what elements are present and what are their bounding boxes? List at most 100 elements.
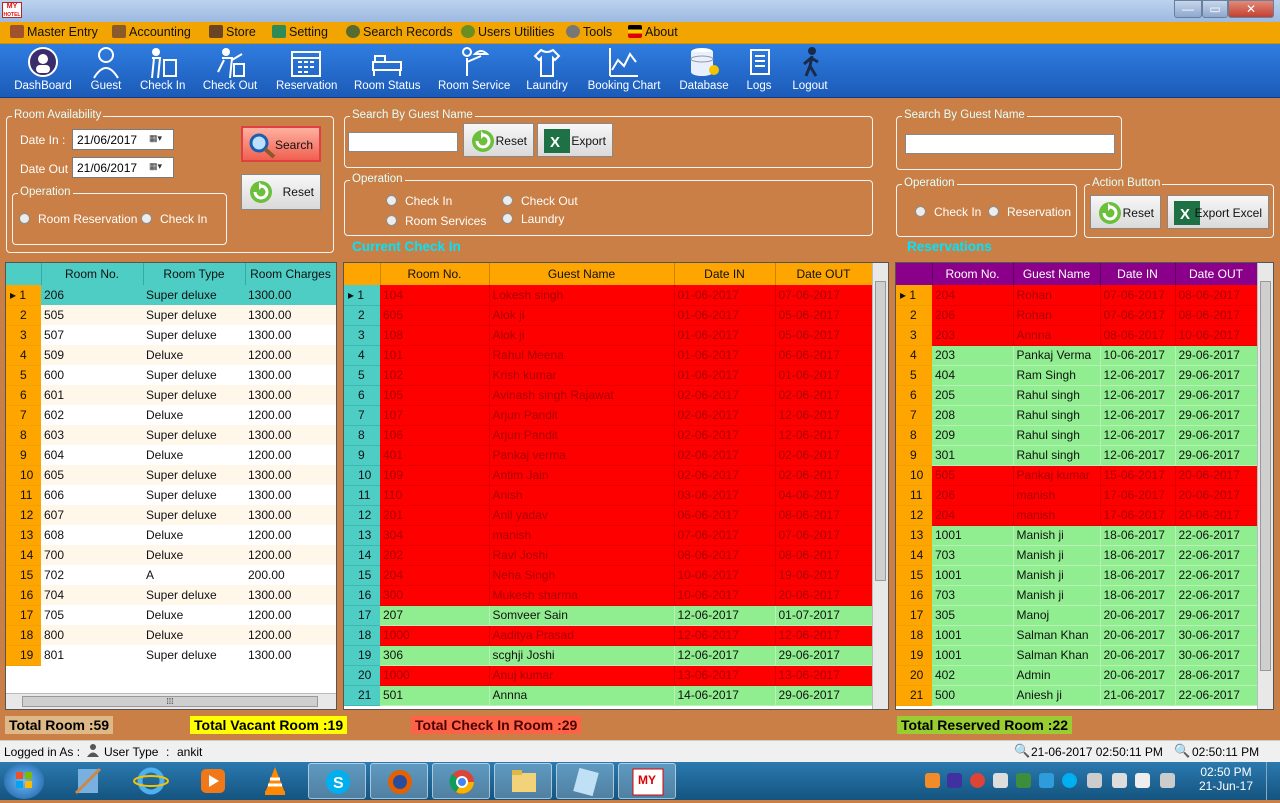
taskbar-chrome-icon[interactable]	[432, 763, 490, 799]
op-check-in-radio[interactable]: Check In	[386, 194, 452, 208]
menu-store[interactable]: Store	[209, 25, 256, 41]
table-row[interactable]: 13 1001 Manish ji 18-06-2017 22-06-2017	[896, 525, 1258, 546]
table-row[interactable]: 17 305 Manoj 20-06-2017 29-06-2017	[896, 605, 1258, 626]
column-header[interactable]: Room Type	[143, 263, 246, 285]
table-row[interactable]: 14 202 Ravi Joshi 08-06-2017 08-06-2017	[344, 545, 873, 566]
vertical-scrollbar[interactable]	[1257, 263, 1273, 709]
table-row[interactable]: 13 304 manish 07-06-2017 07-06-2017	[344, 525, 873, 546]
table-row[interactable]: ▸ 1 206 Super deluxe 1300.00	[6, 285, 336, 306]
menu-tools[interactable]: Tools	[566, 25, 612, 41]
table-row[interactable]: 5 600 Super deluxe 1300.00	[6, 365, 336, 386]
table-row[interactable]: 19 1001 Salman Khan 20-06-2017 30-06-2017	[896, 645, 1258, 666]
calendar-dropdown-icon[interactable]: ▦▾	[149, 161, 169, 174]
taskbar-media-player-icon[interactable]	[184, 763, 242, 799]
table-row[interactable]: 3 507 Super deluxe 1300.00	[6, 325, 336, 346]
res-check-in-radio[interactable]: Check In	[915, 205, 981, 219]
table-row[interactable]: 2 605 Alok ji 01-06-2017 05-06-2017	[344, 305, 873, 326]
calendar-dropdown-icon[interactable]: ▦▾	[149, 133, 169, 146]
table-row[interactable]: ▸ 1 204 Rohan 07-06-2017 08-06-2017	[896, 285, 1258, 306]
table-row[interactable]: 18 800 Deluxe 1200.00	[6, 625, 336, 646]
menu-about[interactable]: About	[628, 25, 678, 41]
table-row[interactable]: 21 500 Aniesh ji 21-06-2017 22-06-2017	[896, 685, 1258, 706]
taskbar-vlc-icon[interactable]	[246, 763, 304, 799]
tray-app-icon[interactable]	[1039, 773, 1054, 788]
column-header[interactable]: Date OUT	[1175, 263, 1258, 285]
table-row[interactable]: 14 700 Deluxe 1200.00	[6, 545, 336, 566]
table-row[interactable]: 6 205 Rahul singh 12-06-2017 29-06-2017	[896, 385, 1258, 406]
table-row[interactable]: 4 203 Pankaj Verma 10-06-2017 29-06-2017	[896, 345, 1258, 366]
table-row[interactable]: 7 208 Rahul singh 12-06-2017 29-06-2017	[896, 405, 1258, 426]
table-row[interactable]: 15 204 Neha Singh 10-06-2017 19-06-2017	[344, 565, 873, 586]
taskbar-my-hotel-icon[interactable]: MY	[618, 763, 676, 799]
table-row[interactable]: 11 206 manish 17-06-2017 20-06-2017	[896, 485, 1258, 506]
table-row[interactable]: 16 300 Mukesh sharma 10-06-2017 20-06-2017	[344, 585, 873, 606]
reservation-reset-button[interactable]: Reset	[1090, 195, 1161, 229]
table-row[interactable]: 15 702 A 200.00	[6, 565, 336, 586]
column-header[interactable]: Date OUT	[775, 263, 873, 285]
table-row[interactable]: 7 107 Arjun Pandit 02-06-2017 12-06-2017	[344, 405, 873, 426]
check-in-radio[interactable]: Check In	[141, 212, 207, 226]
table-row[interactable]: 10 505 Pankaj kumar 15-06-2017 20-06-2017	[896, 465, 1258, 486]
start-button[interactable]	[4, 763, 44, 799]
table-row[interactable]: 12 607 Super deluxe 1300.00	[6, 505, 336, 526]
maximize-button[interactable]: ▭	[1202, 0, 1228, 18]
menu-setting[interactable]: Setting	[272, 25, 328, 41]
column-header[interactable]: Room Charges	[245, 263, 336, 285]
table-row[interactable]: 9 301 Rahul singh 12-06-2017 29-06-2017	[896, 445, 1258, 466]
toolbar-guest-button[interactable]: Guest	[89, 46, 123, 92]
table-row[interactable]: 8 209 Rahul singh 12-06-2017 29-06-2017	[896, 425, 1258, 446]
table-row[interactable]: 12 204 manish 17-06-2017 20-06-2017	[896, 505, 1258, 526]
column-header[interactable]: Room No.	[932, 263, 1014, 285]
tray-display-icon[interactable]	[1160, 773, 1175, 788]
res-reservation-radio[interactable]: Reservation	[988, 205, 1071, 219]
column-header[interactable]: Guest Name	[489, 263, 675, 285]
room-reservation-radio[interactable]: Room Reservation	[19, 212, 137, 226]
checkin-reset-button[interactable]: Reset	[463, 123, 534, 157]
table-row[interactable]: 9 401 Pankaj verma 02-06-2017 02-06-2017	[344, 445, 873, 466]
vertical-scrollbar[interactable]	[872, 263, 888, 709]
menu-accounting[interactable]: Accounting	[112, 25, 191, 41]
toolbar-logs-button[interactable]: Logs	[744, 46, 774, 92]
table-row[interactable]: 11 110 Anish 03-06-2017 04-06-2017	[344, 485, 873, 506]
table-row[interactable]: 17 207 Somveer Sain 12-06-2017 01-07-2017	[344, 605, 873, 626]
table-row[interactable]: 12 201 Anil yadav 06-06-2017 08-06-2017	[344, 505, 873, 526]
toolbar-room-status-button[interactable]: Room Status	[354, 46, 420, 92]
table-row[interactable]: 11 606 Super deluxe 1300.00	[6, 485, 336, 506]
column-header[interactable]	[344, 263, 381, 285]
table-row[interactable]: 10 109 Antim Jain 02-06-2017 02-06-2017	[344, 465, 873, 486]
toolbar-reservation-button[interactable]: Reservation	[276, 46, 337, 92]
toolbar-dashboard-button[interactable]: DashBoard	[14, 46, 72, 92]
menu-master-entry[interactable]: Master Entry	[10, 25, 98, 41]
close-button[interactable]: ✕	[1228, 0, 1274, 18]
toolbar-logout-button[interactable]: Logout	[790, 46, 830, 92]
table-row[interactable]: 18 1000 Aaditya Prasad 12-06-2017 12-06-2017	[344, 625, 873, 646]
table-row[interactable]: 4 101 Rahul Meena 01-06-2017 06-06-2017	[344, 345, 873, 366]
table-row[interactable]: 5 404 Ram Singh 12-06-2017 29-06-2017	[896, 365, 1258, 386]
taskbar-firefox-icon[interactable]	[370, 763, 428, 799]
tray-volume-icon[interactable]	[1112, 773, 1127, 788]
table-row[interactable]: 4 509 Deluxe 1200.00	[6, 345, 336, 366]
tray-network-icon[interactable]	[1087, 773, 1102, 788]
show-desktop-button[interactable]	[1266, 762, 1280, 800]
table-row[interactable]: 3 108 Alok ji 01-06-2017 05-06-2017	[344, 325, 873, 346]
table-row[interactable]: ▸ 1 104 Lokesh singh 01-06-2017 07-06-2017	[344, 285, 873, 306]
table-row[interactable]: 10 605 Super deluxe 1300.00	[6, 465, 336, 486]
table-row[interactable]: 20 1000 Anuj kumar 13-06-2017 13-06-2017	[344, 665, 873, 686]
toolbar-room-service-button[interactable]: Room Service	[438, 46, 510, 92]
tray-app-icon[interactable]	[1016, 773, 1031, 788]
table-row[interactable]: 6 105 Avinash singh Rajawat 02-06-2017 02-06…	[344, 385, 873, 406]
taskbar-skype-icon[interactable]: S	[308, 763, 366, 799]
op-check-out-radio[interactable]: Check Out	[502, 194, 578, 208]
table-row[interactable]: 17 705 Deluxe 1200.00	[6, 605, 336, 626]
tray-app-icon[interactable]	[993, 773, 1008, 788]
checkin-export-button[interactable]: X Export	[537, 123, 613, 157]
table-row[interactable]: 19 306 scghji Joshi 12-06-2017 29-06-2017	[344, 645, 873, 666]
table-row[interactable]: 2 505 Super deluxe 1300.00	[6, 305, 336, 326]
minimize-button[interactable]: —	[1174, 0, 1202, 18]
table-row[interactable]: 14 703 Manish ji 18-06-2017 22-06-2017	[896, 545, 1258, 566]
taskbar-app-icon[interactable]	[556, 763, 614, 799]
toolbar-laundry-button[interactable]: Laundry	[524, 46, 570, 92]
tray-flag-icon[interactable]	[1135, 773, 1150, 788]
table-row[interactable]: 20 402 Admin 20-06-2017 28-06-2017	[896, 665, 1258, 686]
table-row[interactable]: 9 604 Deluxe 1200.00	[6, 445, 336, 466]
